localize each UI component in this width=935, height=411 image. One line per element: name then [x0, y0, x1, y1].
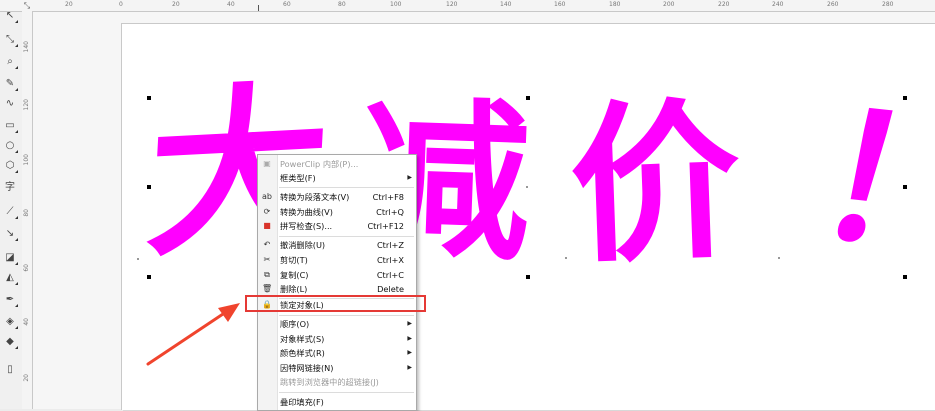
menu-item-spellcheck[interactable]: ■ 拼写检查(S)... Ctrl+F12 [258, 220, 416, 232]
interactive-fill-icon[interactable]: ◈ [2, 314, 18, 330]
node-dot [778, 257, 780, 259]
ruler-top-label: 180 [609, 1, 621, 8]
undo-icon: ↶ [263, 240, 271, 249]
text-tool-icon[interactable]: 字 [2, 180, 18, 196]
selection-handle[interactable] [903, 275, 907, 279]
menu-item-overprint-fill[interactable]: 叠印填充(F) [258, 396, 416, 408]
annotation-arrow-icon [146, 303, 240, 366]
menu-item-order[interactable]: 顺序(O) ▶ [258, 318, 416, 330]
menu-item-frame-type[interactable]: 框类型(F) ▶ [258, 172, 416, 184]
ruler-left-label: 100 [23, 154, 30, 166]
selection-handle[interactable] [147, 96, 151, 100]
selection-handle[interactable] [903, 96, 907, 100]
submenu-arrow-icon: ▶ [407, 335, 412, 342]
menu-item-jump-hyperlink[interactable]: 跳转到浏览器中的超链接(J) [258, 376, 416, 388]
ruler-top-label: 40 [227, 1, 235, 8]
trash-icon: 🗑 [262, 284, 273, 293]
drop-shadow-icon[interactable]: ◪ [2, 250, 18, 266]
horizontal-ruler[interactable]: 20 0 20 40 60 80 100 120 140 160 180 200… [0, 0, 935, 12]
freehand-tool-icon[interactable]: ✎ [2, 76, 18, 92]
ruler-top-label: 20 [172, 1, 180, 8]
ruler-top-label: 120 [446, 1, 458, 8]
submenu-arrow-icon: ▶ [407, 320, 412, 327]
menu-item-internet-link[interactable]: 因特网链接(N) ▶ [258, 362, 416, 374]
menu-item-object-styles[interactable]: 对象样式(S) ▶ [258, 333, 416, 345]
submenu-arrow-icon: ▶ [407, 174, 412, 181]
menu-item-cut[interactable]: ✂ 剪切(T) Ctrl+X [258, 254, 416, 266]
scroll-handle-icon[interactable]: ▯ [2, 362, 18, 378]
toolbox: ↖ ⤡ ⌕ ✎ ∿ ▭ ○ ⬡ 字 ⟋ ↘ ◪ ◭ ✒ ◈ ◆ ▯ [0, 0, 23, 409]
ruler-top-label: 260 [827, 1, 839, 8]
ruler-top-label: 20 [65, 1, 73, 8]
ruler-top-label: 80 [338, 1, 346, 8]
menu-item-powerclip[interactable]: ▣ PowerClip 内部(P)... [258, 158, 416, 170]
smart-fill-icon[interactable]: ◆ [2, 334, 18, 350]
ruler-top-label: 0 [119, 1, 123, 8]
menu-item-convert-curves[interactable]: ⟳ 转换为曲线(V) Ctrl+Q [258, 206, 416, 218]
transparency-icon[interactable]: ◭ [2, 270, 18, 286]
ruler-top-label: 140 [500, 1, 512, 8]
copy-icon: ⧉ [264, 270, 270, 279]
shape-tool-icon[interactable]: ⤡ [2, 32, 18, 48]
ruler-top-label: 100 [390, 1, 402, 8]
selection-handle[interactable] [147, 275, 151, 279]
eyedropper-icon[interactable]: ✒ [2, 292, 18, 308]
ellipse-tool-icon[interactable]: ○ [2, 138, 18, 154]
spellcheck-icon: ■ [263, 221, 271, 230]
connector-tool-icon[interactable]: ↘ [2, 226, 18, 242]
powerclip-icon: ▣ [263, 159, 271, 168]
submenu-arrow-icon: ▶ [407, 349, 412, 356]
ruler-left-label: 60 [23, 264, 30, 272]
zoom-tool-icon[interactable]: ⌕ [2, 54, 18, 70]
polygon-tool-icon[interactable]: ⬡ [2, 158, 18, 174]
ruler-origin-icon[interactable]: ⤡ [22, 0, 32, 11]
ruler-cursor-marker [258, 5, 259, 11]
ruler-top-label: 280 [882, 1, 894, 8]
ruler-left-label: 40 [23, 318, 30, 326]
ruler-left-label: 140 [23, 41, 30, 53]
ruler-top-label: 240 [772, 1, 784, 8]
highlight-box [245, 295, 426, 312]
selection-handle[interactable] [526, 96, 530, 100]
menu-separator [279, 236, 414, 237]
menu-separator [279, 187, 414, 188]
selection-handle[interactable] [147, 185, 151, 189]
ruler-left-label: 80 [23, 209, 30, 217]
rectangle-tool-icon[interactable]: ▭ [2, 118, 18, 134]
parallel-dimension-icon[interactable]: ⟋ [2, 204, 18, 220]
ruler-top-label: 160 [554, 1, 566, 8]
menu-separator [279, 392, 414, 393]
ruler-top-label: 60 [283, 1, 291, 8]
menu-item-undo-delete[interactable]: ↶ 撤消删除(U) Ctrl+Z [258, 239, 416, 251]
context-menu: ▣ PowerClip 内部(P)... 框类型(F) ▶ ab 转换为段落文本… [257, 154, 417, 411]
ruler-left-label: 20 [23, 374, 30, 382]
paragraph-text-icon: ab [262, 192, 272, 201]
menu-separator [279, 315, 414, 316]
node-dot [137, 258, 139, 260]
selection-handle[interactable] [526, 275, 530, 279]
submenu-arrow-icon: ▶ [407, 364, 412, 371]
canvas-text-char[interactable]: 价 [567, 83, 744, 287]
ruler-left-label: 120 [23, 99, 30, 111]
scissors-icon: ✂ [263, 255, 271, 264]
curve-icon: ⟳ [263, 207, 271, 216]
vertical-ruler[interactable]: 140 120 100 80 60 40 20 [22, 11, 33, 409]
center-marker [526, 186, 528, 188]
artistic-media-icon[interactable]: ∿ [2, 96, 18, 112]
menu-item-convert-paragraph[interactable]: ab 转换为段落文本(V) Ctrl+F8 [258, 191, 416, 203]
menu-item-copy[interactable]: ⧉ 复制(C) Ctrl+C [258, 269, 416, 281]
menu-item-color-styles[interactable]: 颜色样式(R) ▶ [258, 347, 416, 359]
selection-handle[interactable] [903, 185, 907, 189]
menu-item-delete[interactable]: 🗑 删除(L) Delete [258, 283, 416, 295]
ruler-top-label: 200 [663, 1, 675, 8]
node-dot [565, 257, 567, 259]
ruler-top-label: 220 [718, 1, 730, 8]
